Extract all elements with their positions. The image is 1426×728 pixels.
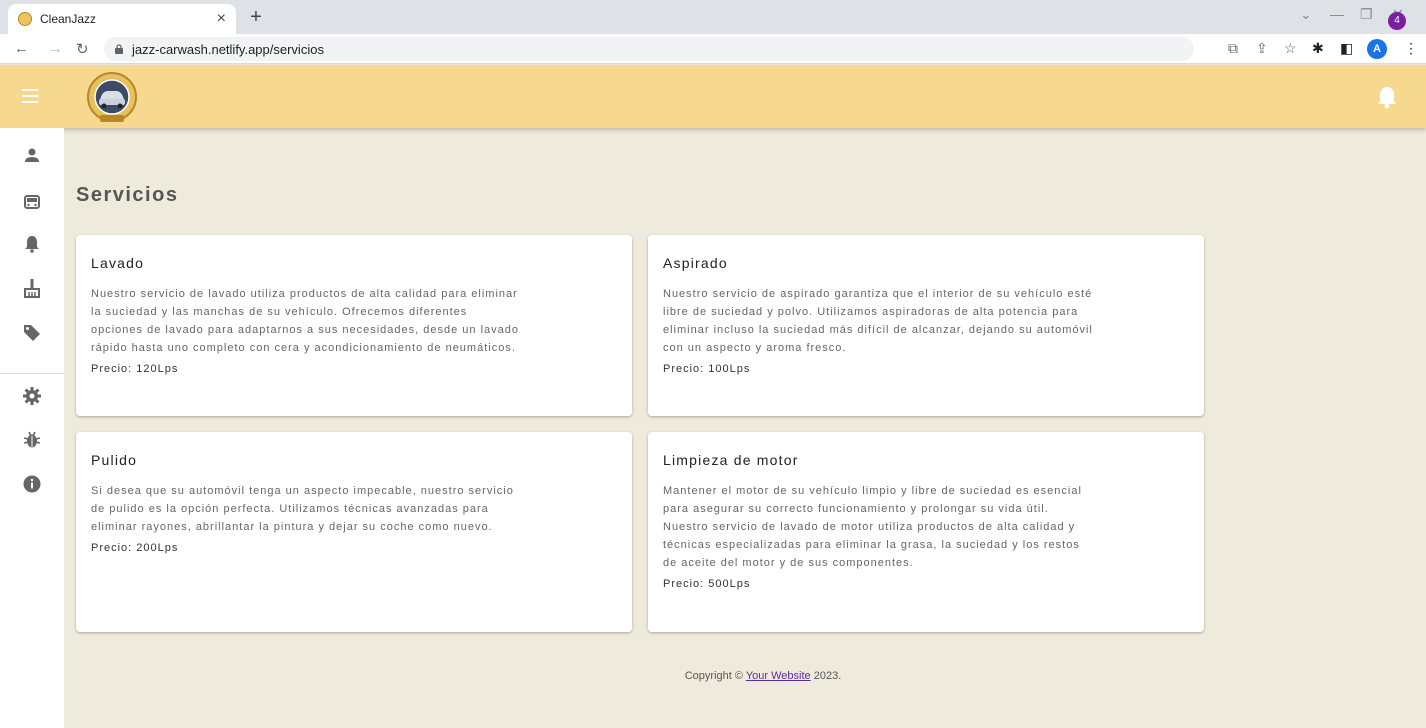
browser-toolbar: ← → ↻ jazz-carwash.netlify.app/servicios… [0, 34, 1426, 64]
card-title: Limpieza de motor [663, 452, 799, 468]
card-price: Precio: 200Lps [91, 542, 179, 554]
extensions-icon[interactable]: ✱ [1312, 40, 1324, 57]
tab-close-button[interactable]: × [217, 10, 226, 28]
new-tab-button[interactable]: + [244, 6, 268, 30]
browser-tab-bar: CleanJazz × + ⌄ — ❐ ✕ [0, 0, 1426, 34]
minimize-icon[interactable]: — [1330, 6, 1344, 22]
restore-icon[interactable]: ❐ [1360, 6, 1373, 23]
app-header: 4 [0, 12, 1426, 128]
sidebar-divider [0, 373, 64, 374]
person-icon[interactable] [22, 146, 42, 166]
card-price: Precio: 500Lps [663, 578, 751, 590]
url-text: jazz-carwash.netlify.app/servicios [132, 41, 324, 57]
card-description: Nuestro servicio de lavado utiliza produ… [91, 288, 519, 354]
copyright-prefix: Copyright © [684, 670, 743, 682]
menu-dots-icon[interactable]: ⋮ [1404, 40, 1418, 57]
share-icon[interactable]: ⇪ [1256, 40, 1268, 57]
service-card-aspirado: Aspirado Nuestro servicio de aspirado ga… [648, 235, 1204, 416]
service-card-lavado: Lavado Nuestro servicio de lavado utiliz… [76, 235, 632, 416]
gear-icon[interactable] [22, 386, 42, 406]
broom-icon[interactable] [22, 278, 42, 298]
service-card-limpieza-motor: Limpieza de motor Mantener el motor de s… [648, 432, 1204, 632]
footer: Copyright © Your Website 2023. [0, 670, 1426, 682]
address-bar[interactable]: jazz-carwash.netlify.app/servicios [104, 37, 1194, 61]
bookmark-star-icon[interactable]: ☆ [1284, 40, 1297, 57]
service-card-pulido: Pulido Si desea que su automóvil tenga u… [76, 432, 632, 632]
notification-badge: 4 [1388, 12, 1406, 30]
card-price: Precio: 120Lps [91, 363, 179, 375]
browser-tab[interactable]: CleanJazz × [8, 4, 236, 34]
website-link[interactable]: Your Website [746, 670, 811, 682]
bell-icon[interactable] [22, 234, 42, 254]
card-description: Si desea que su automóvil tenga un aspec… [91, 485, 514, 533]
back-icon[interactable]: ← [14, 40, 29, 57]
car-icon[interactable] [22, 192, 42, 212]
card-title: Lavado [91, 255, 145, 271]
card-price: Precio: 100Lps [663, 363, 751, 375]
info-icon[interactable] [22, 474, 42, 494]
car-wash-logo [87, 72, 137, 122]
profile-avatar[interactable]: A [1367, 39, 1387, 59]
tag-icon[interactable] [22, 322, 42, 342]
install-icon[interactable]: ⧉ [1228, 40, 1238, 57]
sidebar [0, 128, 64, 728]
notifications-bell-icon[interactable] [1376, 85, 1398, 109]
favicon-icon [18, 12, 32, 26]
card-description: Nuestro servicio de aspirado garantiza q… [663, 288, 1093, 354]
page-title: Servicios [76, 184, 179, 206]
card-title: Aspirado [663, 255, 728, 271]
lock-icon [115, 44, 123, 54]
reload-icon[interactable]: ↻ [76, 40, 89, 58]
tab-search-icon[interactable]: ⌄ [1300, 6, 1312, 23]
side-panel-icon[interactable]: ◧ [1340, 40, 1353, 57]
copyright-year: 2023. [813, 670, 842, 682]
forward-icon[interactable]: → [48, 40, 63, 57]
bug-icon[interactable] [22, 430, 42, 450]
card-description: Mantener el motor de su vehículo limpio … [663, 485, 1082, 569]
card-title: Pulido [91, 452, 138, 468]
tab-title: CleanJazz [40, 12, 97, 26]
hamburger-menu-icon[interactable] [22, 89, 38, 103]
